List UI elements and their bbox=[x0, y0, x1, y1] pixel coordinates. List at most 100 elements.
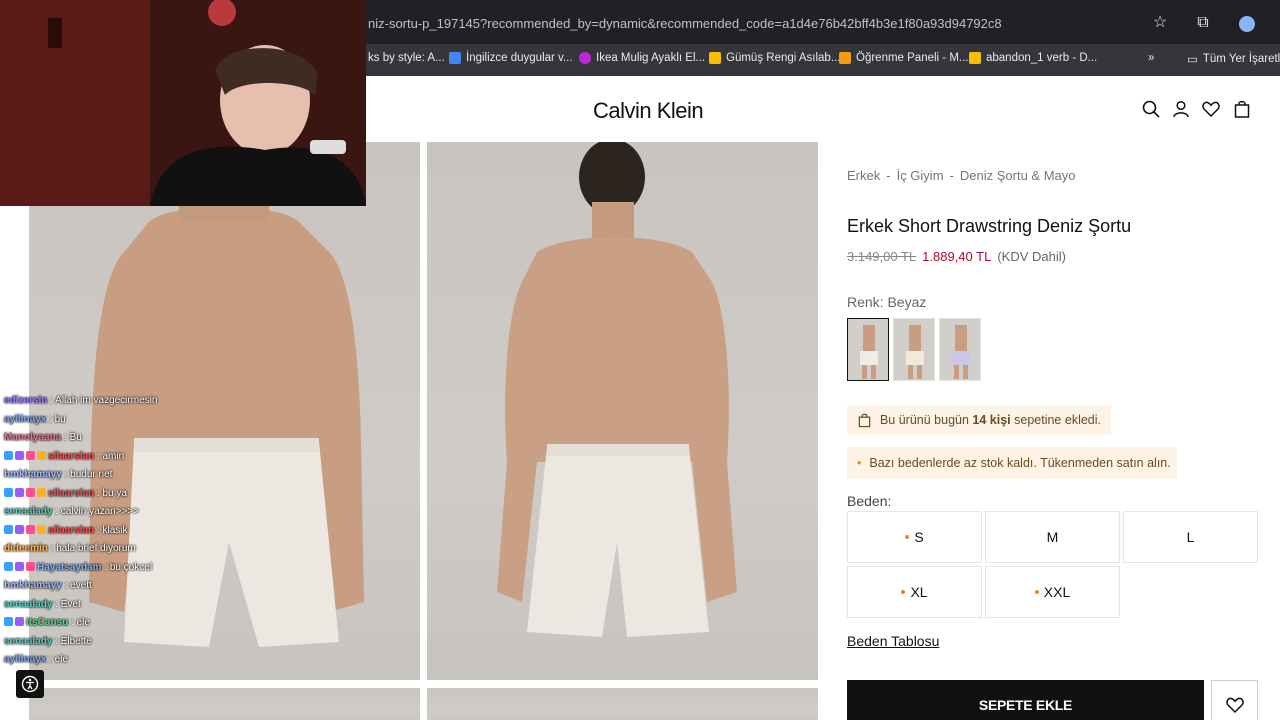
bookmark-item[interactable]: Gümüş Rengi Asılab... bbox=[709, 52, 840, 64]
bookmark-star-icon[interactable]: ☆ bbox=[1151, 14, 1169, 32]
chat-separator: : bbox=[47, 543, 57, 554]
bookmark-item[interactable]: Öğrenme Paneli - M... bbox=[839, 52, 968, 64]
chat-message: senaalady : calvin yazan>>>> bbox=[4, 506, 139, 517]
low-stock-text: Bazı bedenlerde az stok kaldı. Tükenmede… bbox=[869, 456, 1171, 470]
chat-username: senaalady bbox=[4, 635, 53, 647]
bookmark-item[interactable]: abandon_1 verb - D... bbox=[969, 52, 1097, 64]
color-swatch-cream[interactable] bbox=[893, 318, 935, 381]
color-label: Renk: Beyaz bbox=[847, 294, 927, 310]
add-to-wishlist-button[interactable] bbox=[1211, 680, 1258, 720]
screen: niz-sortu-p_197145?recommended_by=dynami… bbox=[0, 0, 1280, 720]
chat-separator: : bbox=[94, 487, 103, 499]
cart-notice-count: 14 kişi bbox=[972, 413, 1011, 427]
chat-separator: : bbox=[46, 413, 55, 425]
swatch-thumbnail bbox=[848, 319, 888, 380]
breadcrumb-item[interactable]: İç Giyim bbox=[897, 168, 944, 183]
chat-text: ele bbox=[54, 654, 68, 665]
size-option-xl[interactable]: XL bbox=[847, 566, 982, 618]
chat-username: senaalady bbox=[4, 598, 53, 610]
chat-message: senaalady : Elbette bbox=[4, 636, 92, 647]
account-icon[interactable] bbox=[1171, 99, 1191, 119]
bookmark-favicon bbox=[579, 52, 591, 64]
chat-text: bu ya bbox=[102, 487, 127, 499]
folder-icon: ▭ bbox=[1187, 54, 1198, 66]
chat-text: bu bbox=[54, 413, 66, 425]
cart-notice-prefix: Bu ürünü bugün bbox=[879, 413, 973, 427]
chat-badge-icon bbox=[15, 524, 24, 534]
chat-separator: : bbox=[61, 580, 71, 591]
chat-text: amin bbox=[102, 450, 125, 462]
chat-username: silaarslan bbox=[48, 487, 95, 499]
chat-badge-icon bbox=[4, 487, 13, 497]
wishlist-icon[interactable] bbox=[1201, 99, 1221, 119]
bookmark-favicon bbox=[709, 52, 721, 64]
chat-separator: : bbox=[61, 432, 70, 443]
chat-username: Hayatsaydam bbox=[37, 561, 102, 573]
low-stock-dot-icon bbox=[905, 535, 910, 539]
chat-message: dideemin : hala brief diyorum bbox=[4, 543, 136, 554]
product-image-4[interactable] bbox=[427, 688, 818, 720]
chat-message: silaarslan : klasik bbox=[4, 524, 128, 536]
product-image-3[interactable] bbox=[29, 688, 420, 720]
size-option-label: XXL bbox=[1043, 584, 1071, 600]
vat-note: (KDV Dahil) bbox=[997, 249, 1066, 264]
chat-text: hala brief diyorum bbox=[56, 543, 136, 554]
chat-message: hmkhamayy : evett bbox=[4, 580, 92, 591]
url-text[interactable]: niz-sortu-p_197145?recommended_by=dynami… bbox=[368, 16, 1002, 31]
size-option-xxl[interactable]: XXL bbox=[985, 566, 1120, 618]
bookmark-item[interactable]: İngilizce duygular v... bbox=[449, 52, 573, 64]
color-swatch-white[interactable] bbox=[847, 318, 889, 381]
model-figure bbox=[89, 142, 364, 647]
chat-message: itsCansu : ele bbox=[4, 617, 90, 628]
add-to-cart-button[interactable]: SEPETE EKLE bbox=[847, 680, 1204, 720]
chat-username: ayliinayx bbox=[4, 654, 47, 665]
chat-message: silaarslan : amin bbox=[4, 450, 125, 462]
chat-text: bu çokcel bbox=[109, 561, 153, 573]
cart-notice-suffix: sepetine ekledi. bbox=[1010, 413, 1101, 427]
chat-badge-icon bbox=[37, 450, 46, 460]
chat-badge-icon bbox=[4, 524, 13, 534]
chat-separator: : bbox=[68, 617, 77, 628]
bookmark-item[interactable]: Ikea Mulig Ayaklı El... bbox=[579, 52, 705, 64]
product-title: Erkek Short Drawstring Deniz Şortu bbox=[847, 216, 1132, 236]
chat-username: hmkhamayy bbox=[4, 580, 62, 591]
price-row: 3.149,00 TL 1.889,40 TL (KDV Dahil) bbox=[847, 249, 1066, 264]
size-chart-link[interactable]: Beden Tablosu bbox=[847, 633, 939, 649]
chat-username: itsCansu bbox=[26, 617, 69, 628]
size-option-l[interactable]: L bbox=[1123, 511, 1258, 563]
chat-message: ayliinayx : ele bbox=[4, 654, 68, 665]
chat-username: hmkhamayy bbox=[4, 469, 62, 480]
bookmark-favicon bbox=[969, 52, 981, 64]
bullet-icon: • bbox=[857, 456, 862, 470]
chat-text: Elbette bbox=[60, 635, 92, 647]
profile-avatar[interactable] bbox=[1239, 16, 1255, 32]
search-icon[interactable] bbox=[1141, 99, 1161, 119]
chat-username: dideemin bbox=[4, 543, 48, 554]
chat-message: Hayatsaydam : bu çokcel bbox=[4, 561, 153, 573]
more-bookmarks-button[interactable]: » bbox=[1148, 52, 1154, 64]
chat-text: Evet bbox=[60, 598, 81, 610]
chat-badge-icon bbox=[15, 617, 24, 626]
size-option-s[interactable]: S bbox=[847, 511, 982, 563]
color-swatch-lilac[interactable] bbox=[939, 318, 981, 381]
cart-icon[interactable] bbox=[1232, 99, 1252, 119]
product-image-front[interactable] bbox=[29, 142, 420, 680]
bookmark-item[interactable]: ks by style: A... bbox=[368, 52, 445, 64]
chat-separator: : bbox=[52, 506, 61, 517]
size-option-m[interactable]: M bbox=[985, 511, 1120, 563]
chat-separator: : bbox=[52, 598, 61, 610]
product-image-back[interactable] bbox=[427, 142, 818, 680]
webcam-overlay bbox=[0, 0, 366, 206]
breadcrumb-item[interactable]: Deniz Şortu & Mayo bbox=[960, 168, 1076, 183]
accessibility-button[interactable] bbox=[16, 670, 44, 698]
model-figure bbox=[497, 142, 737, 637]
chat-username: ayliinayx bbox=[4, 413, 47, 425]
low-stock-dot-icon bbox=[1034, 590, 1039, 594]
breadcrumb-item[interactable]: Erkek bbox=[847, 168, 880, 183]
all-bookmarks-folder[interactable]: ▭Tüm Yer İşaretleri bbox=[1187, 52, 1280, 66]
site-logo[interactable]: Calvin Klein bbox=[593, 98, 704, 124]
extensions-icon[interactable]: ⧉ bbox=[1194, 14, 1212, 32]
chat-separator: : bbox=[61, 469, 71, 480]
chat-badge-icon bbox=[26, 450, 35, 460]
chat-badge-icon bbox=[26, 487, 35, 497]
